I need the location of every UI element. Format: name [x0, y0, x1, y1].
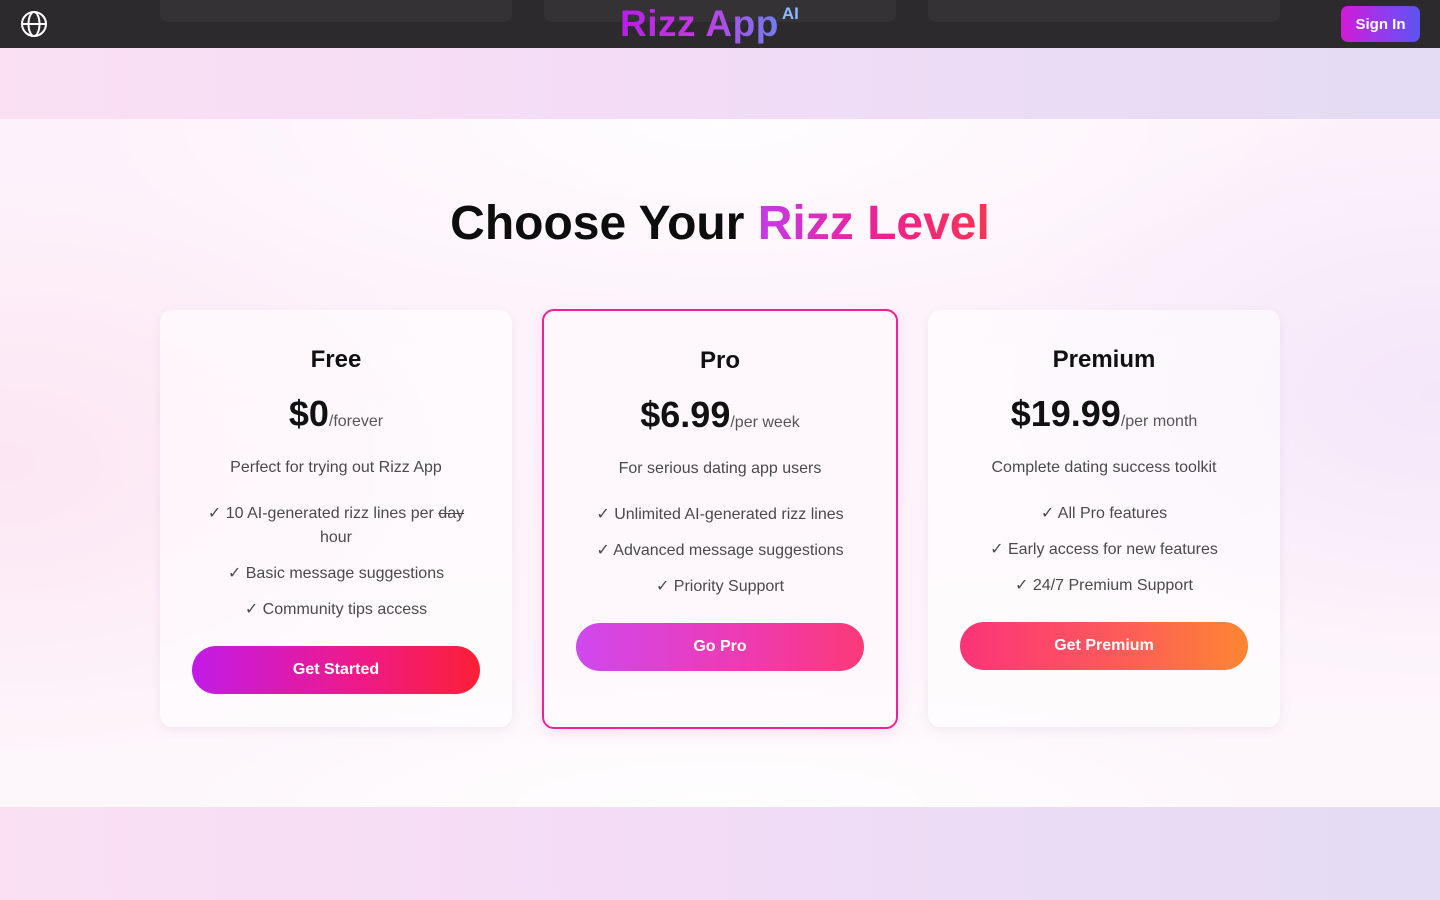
feature-item: ✓ All Pro features: [1040, 505, 1168, 522]
header-ghost-panel: [928, 0, 1280, 22]
top-navbar: Rizz App AI Sign In: [0, 0, 1440, 48]
plan-name: Free: [310, 346, 362, 373]
feature-item: ✓ Community tips access: [244, 601, 428, 618]
feature-item: ✓ 10 AI-generated rizz lines per day hou…: [200, 502, 472, 550]
plan-name: Premium: [1052, 346, 1156, 373]
plan-price: $0: [288, 393, 329, 434]
plan-period: /per month: [1120, 413, 1198, 430]
feature-item: ✓ 24/7 Premium Support: [1015, 577, 1193, 594]
feature-item: ✓ Early access for new features: [990, 541, 1218, 558]
header-ghost-panel: [160, 0, 512, 22]
feature-item: ✓ Advanced message suggestions: [596, 542, 844, 559]
feature-item: ✓ Unlimited AI-generated rizz lines: [596, 506, 844, 523]
plan-name: Pro: [699, 347, 740, 374]
feature-list: ✓ 10 AI-generated rizz lines per day hou…: [160, 502, 512, 622]
pricing-section: Choose Your Rizz Level Free $0/forever P…: [0, 119, 1440, 807]
plan-price: $6.99: [640, 394, 731, 435]
price-row: $0/forever: [160, 392, 512, 436]
plan-price: $19.99: [1010, 393, 1121, 434]
logo-text: Rizz App: [620, 3, 779, 44]
globe-icon: [21, 11, 47, 37]
plan-description: Perfect for trying out Rizz App: [230, 459, 442, 476]
feature-item: ✓ Basic message suggestions: [227, 565, 445, 582]
feature-strikethrough: day: [438, 505, 465, 522]
plan-description: For serious dating app users: [618, 460, 822, 477]
go-pro-button[interactable]: Go Pro: [576, 623, 864, 671]
plan-card-free: Free $0/forever Perfect for trying out R…: [160, 310, 512, 727]
plan-description: Complete dating success toolkit: [991, 459, 1217, 476]
plan-card-pro: Pro $6.99/per week For serious dating ap…: [542, 309, 898, 729]
app-logo[interactable]: Rizz App AI: [620, 2, 799, 46]
sign-in-button[interactable]: Sign In: [1341, 6, 1420, 42]
heading-highlight: Rizz Level: [757, 197, 990, 250]
price-row: $19.99/per month: [928, 392, 1280, 436]
feature-item: ✓ Priority Support: [655, 578, 785, 595]
heading-prefix: Choose Your: [450, 197, 758, 250]
get-premium-button[interactable]: Get Premium: [960, 622, 1248, 670]
pricing-heading: Choose Your Rizz Level: [0, 196, 1440, 252]
get-started-button[interactable]: Get Started: [192, 646, 480, 694]
plan-period: /forever: [328, 413, 384, 430]
language-button[interactable]: [20, 10, 48, 38]
plan-period: /per week: [730, 414, 800, 431]
feature-list: ✓ All Pro features ✓ Early access for ne…: [928, 502, 1280, 598]
feature-text: hour: [319, 529, 353, 546]
feature-text: ✓ 10 AI-generated rizz lines per: [207, 505, 439, 522]
feature-list: ✓ Unlimited AI-generated rizz lines ✓ Ad…: [544, 503, 896, 599]
price-row: $6.99/per week: [544, 393, 896, 437]
plan-card-premium: Premium $19.99/per month Complete dating…: [928, 310, 1280, 727]
logo-ai-badge: AI: [781, 4, 799, 23]
